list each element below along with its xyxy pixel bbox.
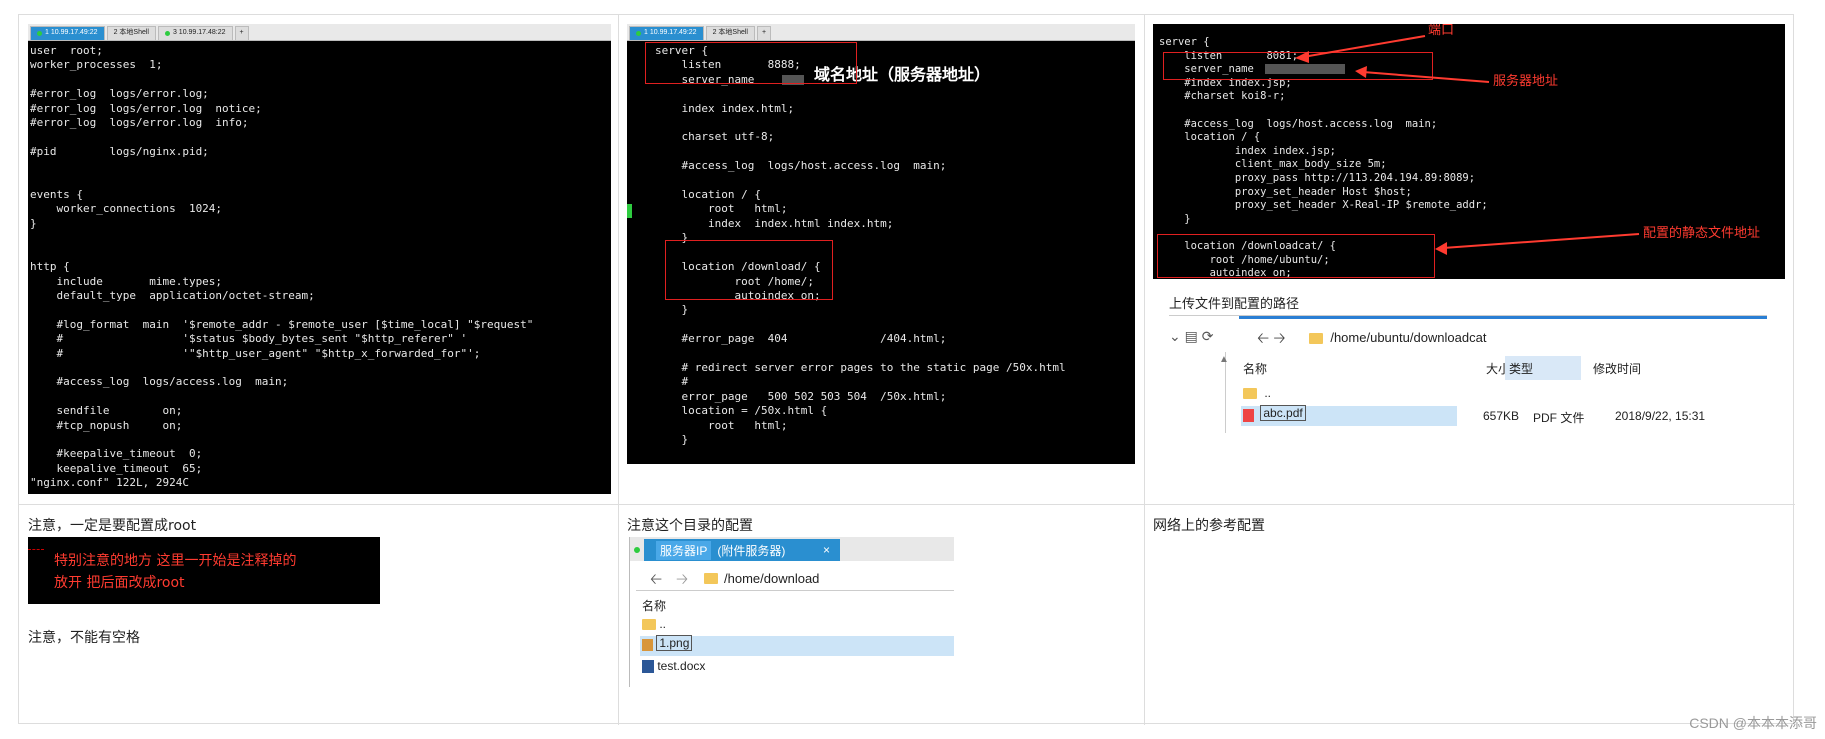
folder-icon — [1309, 333, 1323, 345]
file-explorer-2: 服务器IP (附件服务器) × 🡠 🡢 /home/download 名称 ..… — [629, 537, 954, 687]
folder-icon — [642, 619, 656, 631]
cell-server-config: 1 10.99.17.49:22 2 本地Shell + server { li… — [619, 15, 1145, 505]
cell-nginx-conf: 1 10.99.17.49:22 2 本地Shell 3 10.99.17.48… — [19, 15, 619, 505]
arrow-server-head — [1355, 66, 1367, 78]
nav-buttons: ⌄ ▤ ⟳ — [1169, 328, 1213, 345]
file-type: PDF 文件 — [1533, 411, 1585, 425]
explorer-tab[interactable]: 服务器IP (附件服务器) × — [634, 539, 840, 561]
red-note-box: 特别注意的地方 这里一开始是注释掉的 放开 把后面改成root — [28, 537, 380, 604]
highlight-listen-box — [645, 42, 857, 84]
back-arrow-icon[interactable]: 🡠 — [650, 569, 662, 594]
list-item[interactable]: .. — [642, 617, 666, 631]
folder-icon — [1243, 388, 1257, 400]
address-path[interactable]: /home/download — [724, 571, 819, 586]
forward-arrow-icon[interactable]: 🡢 — [676, 569, 688, 594]
file-explorer-3: ⌄ ▤ ⟳ 🡠 🡢 /home/ubuntu/downloadcat ▲ 名称 … — [1169, 315, 1767, 433]
status-dot-icon — [37, 31, 42, 36]
note-directory: 注意这个目录的配置 — [627, 518, 753, 534]
folder-icon — [704, 573, 718, 584]
list-item-selected[interactable]: 1.png — [640, 635, 954, 656]
list-item-selected[interactable]: abc.pdf — [1241, 405, 1457, 426]
annotation-arrows — [1295, 35, 1640, 255]
cell-note-directory: 注意这个目录的配置 服务器IP (附件服务器) × 🡠 🡢 /home/down… — [619, 505, 1145, 725]
highlight-location-box — [665, 240, 833, 300]
terminal-tabbar: 1 10.99.17.49:22 2 本地Shell + — [627, 24, 1135, 41]
status-dot-icon — [164, 31, 170, 36]
note-no-space: 注意，不能有空格 — [28, 630, 140, 646]
upload-label: 上传文件到配置的路径 — [1169, 297, 1300, 312]
cell-reference-config: server { listen 8081; server_name #index… — [1145, 15, 1795, 505]
col-type[interactable]: 类型 — [1505, 356, 1581, 380]
arrow-port-head — [1295, 51, 1309, 63]
red-note-line2: 放开 把后面改成root — [54, 575, 185, 591]
back-forward-buttons: 🡠 🡢 — [1257, 328, 1286, 353]
arrow-static — [1442, 233, 1640, 249]
file-size: 657KB — [1483, 409, 1520, 423]
explorer-tabbar-line — [1239, 316, 1767, 319]
terminal-window-2: 1 10.99.17.49:22 2 本地Shell + server { li… — [627, 24, 1135, 464]
arrow-static-head — [1435, 242, 1447, 255]
red-note-line1: 特别注意的地方 这里一开始是注释掉的 — [54, 553, 297, 569]
forward-arrow-icon[interactable]: 🡢 — [1273, 330, 1285, 347]
status-dot-icon — [634, 547, 640, 553]
nginx-conf-code: user root; worker_processes 1; #error_lo… — [30, 44, 534, 490]
status-dot-icon — [636, 31, 641, 36]
terminal-tabbar: 1 10.99.17.49:22 2 本地Shell 3 10.99.17.48… — [28, 24, 611, 41]
col-name[interactable]: 名称 — [1243, 360, 1267, 377]
cell-note-reference: 网络上的参考配置 — [1145, 505, 1795, 725]
list-item[interactable]: .. — [1243, 386, 1271, 404]
new-tab-button[interactable]: + — [756, 26, 772, 40]
terminal-tab-2[interactable]: 2 本地Shell — [106, 26, 156, 40]
arrow-server — [1362, 71, 1490, 83]
back-arrow-icon[interactable]: 🡠 — [1257, 330, 1269, 347]
terminal-window-1: 1 10.99.17.49:22 2 本地Shell 3 10.99.17.48… — [28, 24, 611, 494]
close-icon[interactable]: × — [823, 543, 830, 557]
arrow-port — [1302, 35, 1426, 58]
new-tab-button[interactable]: + — [234, 26, 249, 40]
word-doc-icon — [642, 660, 654, 674]
list-item[interactable]: test.docx — [642, 659, 705, 674]
explorer-toolbar: 🡠 🡢 /home/download — [636, 567, 954, 591]
terminal-tab-3[interactable]: 3 10.99.17.48:22 — [157, 26, 233, 40]
pdf-icon — [1243, 409, 1254, 422]
view-icon[interactable]: ⌄ ▤ ⟳ — [1169, 328, 1213, 344]
address-bar[interactable]: /home/ubuntu/downloadcat — [1309, 330, 1486, 345]
content-table: 1 10.99.17.49:22 2 本地Shell 3 10.99.17.48… — [18, 14, 1795, 725]
terminal-tab-1[interactable]: 1 10.99.17.49:22 — [30, 26, 105, 40]
cursor-marker — [627, 204, 632, 218]
watermark: CSDN @本本本添哥 — [1689, 715, 1817, 731]
note-root: 注意，一定是要配置成root — [28, 518, 197, 534]
column-headers: 名称 大小 类型 修改时间 — [1243, 356, 1767, 382]
terminal-tab-2[interactable]: 2 本地Shell — [705, 26, 755, 40]
col-date[interactable]: 修改时间 — [1593, 360, 1641, 377]
address-path: /home/ubuntu/downloadcat — [1330, 330, 1487, 345]
col-name[interactable]: 名称 — [642, 597, 666, 614]
image-file-icon — [642, 639, 653, 652]
file-date: 2018/9/22, 15:31 — [1615, 409, 1706, 423]
dash-line — [28, 549, 44, 550]
note-reference: 网络上的参考配置 — [1153, 518, 1265, 534]
terminal-window-3: server { listen 8081; server_name #index… — [1153, 24, 1785, 279]
terminal-tab-1[interactable]: 1 10.99.17.49:22 — [629, 26, 704, 40]
scroll-up-icon[interactable]: ▲ — [1219, 354, 1229, 365]
cell-note-root: 注意，一定是要配置成root 特别注意的地方 这里一开始是注释掉的 放开 把后面… — [19, 505, 619, 725]
